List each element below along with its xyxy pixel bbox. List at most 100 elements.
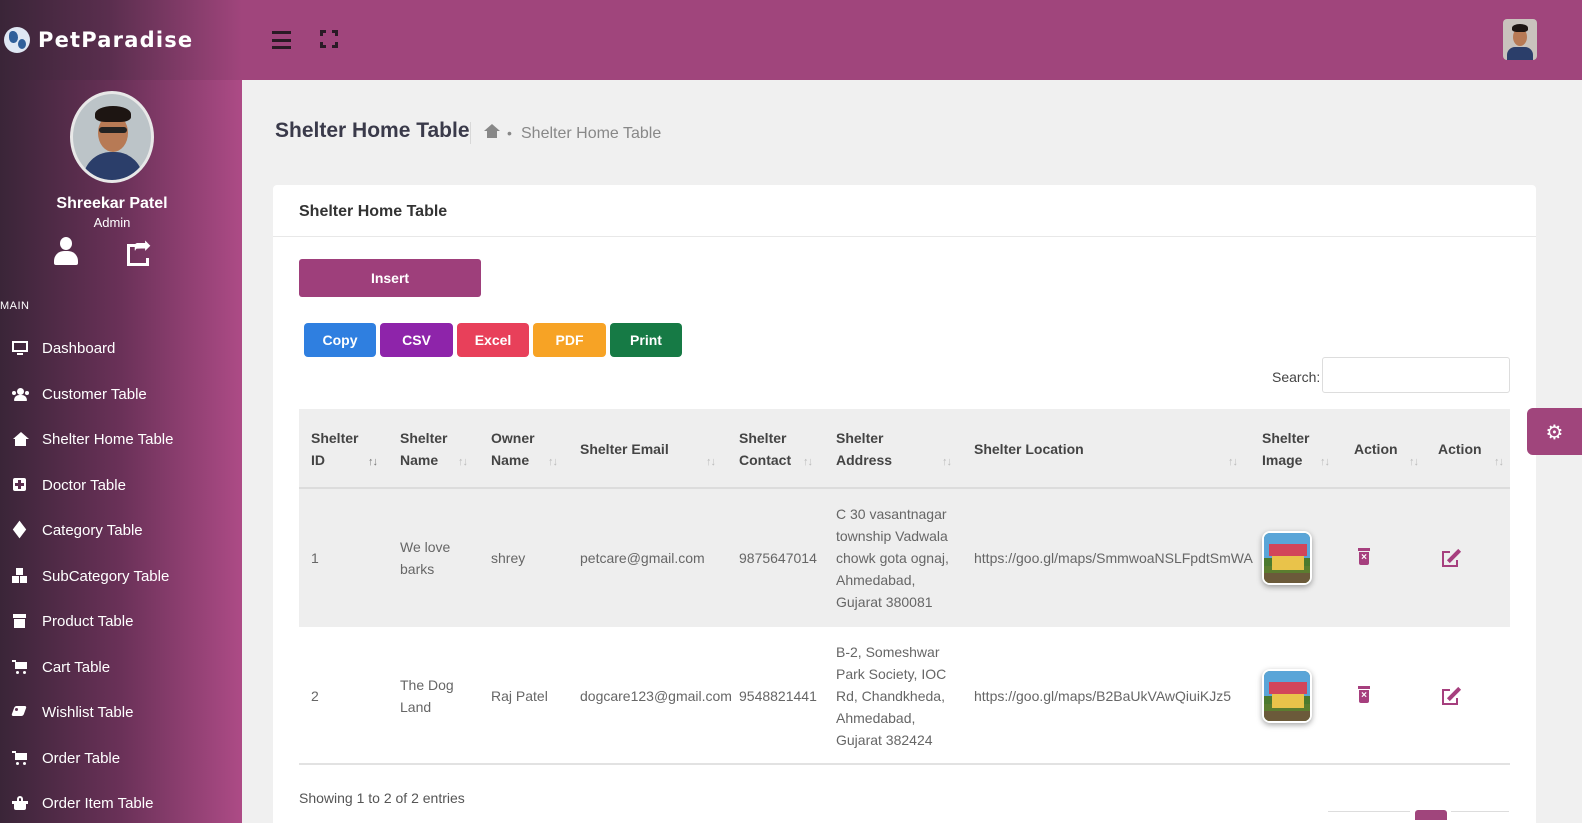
globe-logo-icon [4,27,30,53]
column-header-owner-name[interactable]: Owner Name ↑↓ [491,409,567,489]
cell-shelter-email: dogcare123@gmail.com [580,688,732,704]
copy-button[interactable]: Copy [304,323,376,357]
pdf-button[interactable]: PDF [533,323,606,357]
cart-icon [12,659,28,675]
breadcrumb-current: Shelter Home Table [521,125,662,142]
sidebar-item-order-table[interactable]: Order Table [0,738,242,778]
cell-shelter-id: 1 [311,550,319,566]
delete-icon[interactable]: × [1358,548,1370,565]
header-avatar[interactable] [1503,19,1537,60]
breadcrumb-divider [470,122,471,144]
sort-icon: ↑↓ [548,456,558,468]
pagination-next[interactable] [1451,811,1509,812]
column-header-shelter-image[interactable]: Shelter Image ↑↓ [1262,409,1337,489]
cell-owner-name: Raj Patel [491,688,548,704]
cell-shelter-location[interactable]: https://goo.gl/maps/B2BaUkVAwQiuiKJz5 [974,627,1231,765]
sidebar-item-category-table[interactable]: Category Table [0,510,242,550]
column-header-shelter-email[interactable]: Shelter Email ↑↓ [580,409,723,489]
column-header-shelter-name[interactable]: Shelter Name ↑↓ [400,409,480,489]
cell-shelter-contact: 9875647014 [739,550,817,566]
brand-name: PetParadise [38,28,194,52]
sidebar-section-label: MAIN [0,300,30,312]
sidebar-item-label: Wishlist Table [42,703,134,721]
home-icon [12,431,29,447]
sidebar-item-dashboard[interactable]: Dashboard [0,328,242,368]
edit-icon[interactable] [1442,686,1462,705]
sidebar-item-cart-table[interactable]: Cart Table [0,647,242,687]
sort-icon: ↑↓ [458,456,468,468]
sidebar-item-label: Order Table [42,749,121,767]
cell-shelter-name: The Dog Land [400,677,454,715]
shelter-image-thumbnail[interactable] [1262,669,1312,723]
table-row: 2 The Dog Land Raj Patel dogcare123@gmail… [299,627,1510,765]
sort-icon: ↑↓ [1409,456,1419,468]
sidebar: Shreekar Patel Admin ➦ MAIN Dashboard Cu… [0,80,242,823]
search-label: Search: [1272,369,1321,385]
cube-icon [12,520,28,539]
sidebar-item-label: Doctor Table [42,476,126,494]
tags-icon [11,704,28,720]
column-header-shelter-contact[interactable]: Shelter Contact ↑↓ [739,409,821,489]
brand[interactable]: PetParadise [0,0,242,80]
csv-button[interactable]: CSV [380,323,453,357]
sidebar-item-label: Cart Table [42,658,111,676]
page-title: Shelter Home Table [275,119,470,142]
sidebar-item-shelter-home-table[interactable]: Shelter Home Table [0,419,242,459]
sidebar-item-customer-table[interactable]: Customer Table [0,374,242,414]
settings-button[interactable]: ⚙ [1527,408,1582,455]
excel-button[interactable]: Excel [457,323,529,357]
user-name: Shreekar Patel [56,195,168,212]
basket-icon [12,795,28,811]
pagination-previous[interactable] [1328,811,1410,812]
sort-icon: ↑↓ [942,456,952,468]
sidebar-item-doctor-table[interactable]: Doctor Table [0,465,242,505]
sidebar-item-label: Product Table [42,612,134,630]
user-role: Admin [93,215,131,230]
column-header-action-delete[interactable]: Action ↑↓ [1354,409,1426,489]
table-row: 1 We love barks shrey petcare@gmail.com 9… [299,489,1510,627]
column-header-shelter-location[interactable]: Shelter Location ↑↓ [974,409,1244,489]
print-button[interactable]: Print [610,323,682,357]
cell-shelter-location[interactable]: https://goo.gl/maps/SmmwoaNSLFpdtSmWA [974,489,1253,627]
sort-icon: ↑↓ [706,456,716,468]
top-bar: PetParadise [0,0,1582,80]
sidebar-item-wishlist-table[interactable]: Wishlist Table [0,692,242,732]
sidebar-item-label: Dashboard [42,339,116,357]
cell-shelter-contact: 9548821441 [739,688,817,704]
cell-shelter-name: We love barks [400,539,451,577]
cubes-icon [12,568,28,584]
sidebar-item-subcategory-table[interactable]: SubCategory Table [0,556,242,596]
table-header: Shelter ID ↑↓ Shelter Name ↑↓ Owner Name ↑↓… [299,409,1510,489]
sort-icon: ↑↓ [1494,456,1504,468]
profile-avatar[interactable] [70,91,154,183]
sort-icon: ↑↓ [803,456,813,468]
sidebar-item-order-item-table[interactable]: Order Item Table [0,783,242,823]
home-icon[interactable] [484,124,500,140]
column-header-shelter-id[interactable]: Shelter ID ↑↓ [311,409,391,489]
users-icon [12,386,29,402]
profile-user-icon[interactable] [52,236,82,268]
search-input[interactable] [1322,357,1510,393]
delete-icon[interactable]: × [1358,686,1370,703]
cell-shelter-id: 2 [311,688,319,704]
pagination-page-1[interactable] [1415,810,1447,820]
table-card: Shelter Home Table Insert Copy CSV Excel… [273,185,1536,823]
edit-icon[interactable] [1442,548,1462,567]
sidebar-item-product-table[interactable]: Product Table [0,601,242,641]
cart-icon [12,750,28,766]
column-header-shelter-address[interactable]: Shelter Address ↑↓ [836,409,958,489]
sort-asc-icon: ↑↓ [368,456,378,468]
menu-toggle-icon[interactable] [272,31,291,49]
fullscreen-icon[interactable] [320,30,338,48]
cell-owner-name: shrey [491,550,526,566]
sort-icon: ↑↓ [1228,456,1238,468]
breadcrumb-dot: • [507,125,512,141]
cell-shelter-email: petcare@gmail.com [580,550,705,566]
column-header-action-edit[interactable]: Action ↑↓ [1438,409,1510,489]
insert-button[interactable]: Insert [299,259,481,297]
sidebar-item-label: Shelter Home Table [42,430,174,448]
shelter-image-thumbnail[interactable] [1262,531,1312,585]
medical-plus-icon [12,477,28,493]
table-info: Showing 1 to 2 of 2 entries [299,790,465,806]
logout-share-icon[interactable]: ➦ [126,236,156,268]
